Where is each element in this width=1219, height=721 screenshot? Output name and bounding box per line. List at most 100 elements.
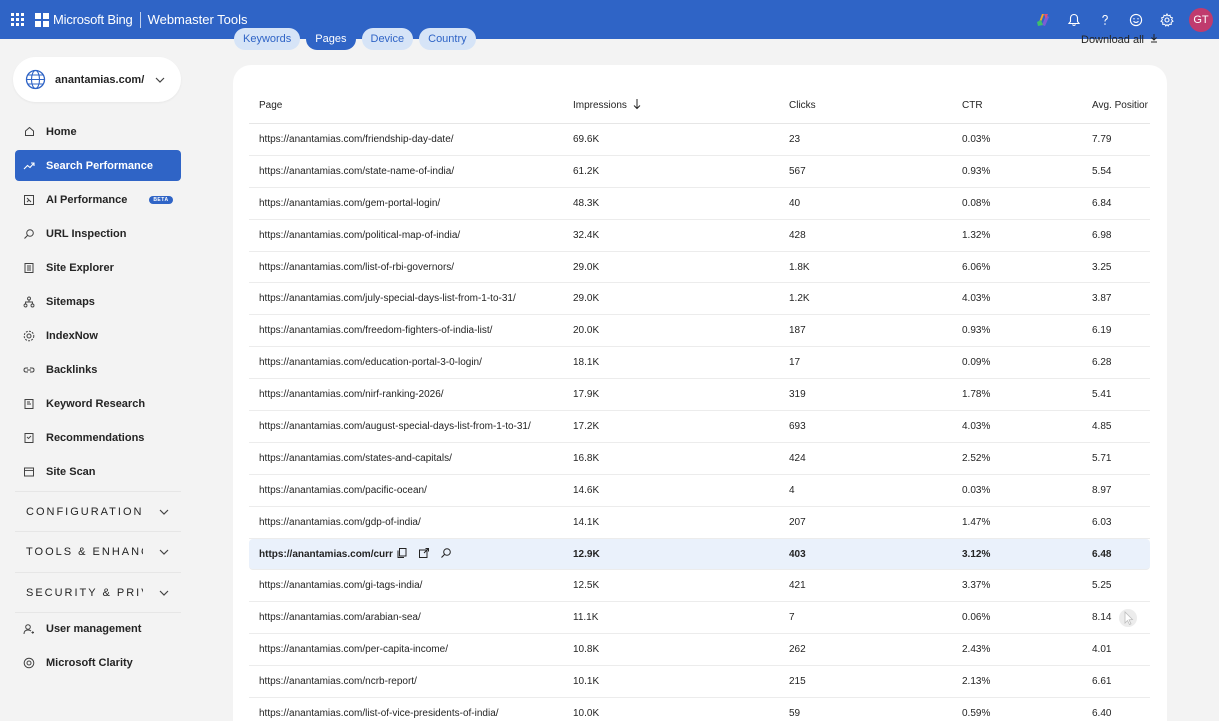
column-header-impressions[interactable]: Impressions — [573, 98, 641, 113]
row-page-url[interactable]: https://anantamias.com/arabian-sea/ — [259, 612, 421, 623]
row-clicks: 567 — [789, 165, 806, 177]
row-page-url[interactable]: https://anantamias.com/states-and-capita… — [259, 453, 452, 464]
site-selector[interactable]: anantamias.com/ — [13, 57, 181, 102]
sidebar-item-ai-performance[interactable]: AI Performance BETA — [15, 184, 181, 215]
row-clicks: 1.8K — [789, 261, 810, 273]
help-icon[interactable] — [1096, 11, 1114, 29]
sidebar-item-keyword-research[interactable]: Keyword Research — [15, 388, 181, 419]
row-ctr: 3.12% — [962, 548, 991, 560]
table-row[interactable]: https://anantamias.com/curr 12.9K 403 3.12%… — [249, 538, 1150, 571]
table-row[interactable]: https://anantamias.com/arabian-sea/11.1K… — [249, 602, 1150, 635]
table-row[interactable]: https://anantamias.com/education-portal-… — [249, 347, 1150, 380]
row-impressions: 20.0K — [573, 325, 600, 337]
sidebar-item-microsoft-clarity[interactable]: Microsoft Clarity — [15, 647, 181, 678]
user-avatar[interactable]: GT — [1189, 7, 1213, 32]
tab-pages[interactable]: Pages — [306, 28, 356, 50]
row-page-url[interactable]: https://anantamias.com/august-special-da… — [259, 421, 531, 432]
brand-name[interactable]: Microsoft Bing — [53, 12, 133, 27]
row-avg-position: 3.25 — [1092, 261, 1112, 273]
column-header-clicks[interactable]: Clicks — [789, 100, 816, 111]
sidebar-item-home[interactable]: Home — [15, 116, 181, 147]
copilot-icon[interactable] — [1034, 11, 1052, 29]
row-avg-position: 3.87 — [1092, 293, 1112, 305]
copy-icon[interactable] — [395, 547, 408, 560]
row-page-url[interactable]: https://anantamias.com/state-name-of-ind… — [259, 166, 454, 177]
section-configuration[interactable]: CONFIGURATION — [15, 491, 181, 531]
column-header-ctr[interactable]: CTR — [962, 100, 983, 111]
section-tools-enhancements[interactable]: TOOLS & ENHANCEMENTS — [15, 531, 181, 571]
download-all-button[interactable]: Download all — [1081, 33, 1159, 46]
product-name[interactable]: Webmaster Tools — [148, 12, 248, 27]
inspect-url-icon[interactable] — [439, 547, 452, 560]
row-impressions: 69.6K — [573, 133, 600, 145]
table-row[interactable]: https://anantamias.com/gi-tags-india/12.… — [249, 570, 1150, 603]
row-avg-position: 7.79 — [1092, 133, 1112, 145]
row-page-url[interactable]: https://anantamias.com/july-special-days… — [259, 293, 516, 304]
tab-device[interactable]: Device — [361, 28, 414, 50]
table-row[interactable]: https://anantamias.com/freedom-fighters-… — [249, 315, 1150, 348]
open-external-icon[interactable] — [417, 547, 430, 560]
row-page-url[interactable]: https://anantamias.com/ncrb-report/ — [259, 676, 417, 687]
row-page-url[interactable]: https://anantamias.com/nirf-ranking-2026… — [259, 389, 444, 400]
table-row[interactable]: https://anantamias.com/gdp-of-india/14.1… — [249, 507, 1150, 539]
row-page-url[interactable]: https://anantamias.com/political-map-of-… — [259, 230, 460, 241]
settings-icon[interactable] — [1158, 11, 1176, 29]
row-page-url[interactable]: https://anantamias.com/gdp-of-india/ — [259, 517, 421, 528]
row-ctr: 3.37% — [962, 580, 991, 592]
sidebar-item-recommendations[interactable]: Recommendations — [15, 422, 181, 453]
app-launcher-icon[interactable] — [11, 12, 25, 27]
row-impressions: 12.9K — [573, 548, 600, 560]
row-ctr: 2.52% — [962, 452, 991, 464]
sidebar-item-indexnow[interactable]: IndexNow — [15, 320, 181, 351]
table-row[interactable]: https://anantamias.com/list-of-vice-pres… — [249, 698, 1150, 721]
table-row[interactable]: https://anantamias.com/august-special-da… — [249, 411, 1150, 443]
table-row[interactable]: https://anantamias.com/political-map-of-… — [249, 220, 1150, 252]
row-page-url[interactable]: https://anantamias.com/per-capita-income… — [259, 644, 448, 655]
table-row[interactable]: https://anantamias.com/nirf-ranking-2026… — [249, 379, 1150, 412]
keyword-icon — [22, 397, 36, 411]
sidebar-item-site-scan[interactable]: Site Scan — [15, 456, 181, 487]
row-page-url[interactable]: https://anantamias.com/list-of-vice-pres… — [259, 708, 499, 719]
row-ctr: 0.93% — [962, 165, 991, 177]
sidebar-item-user-management[interactable]: User management — [15, 613, 181, 644]
table-row[interactable]: https://anantamias.com/state-name-of-ind… — [249, 156, 1150, 188]
row-page-url[interactable]: https://anantamias.com/gem-portal-login/ — [259, 198, 440, 209]
sidebar-item-label: Backlinks — [46, 363, 98, 376]
table-row[interactable]: https://anantamias.com/pacific-ocean/14.… — [249, 475, 1150, 507]
table-row[interactable]: https://anantamias.com/list-of-rbi-gover… — [249, 252, 1150, 284]
row-page-url[interactable]: https://anantamias.com/pacific-ocean/ — [259, 485, 427, 496]
column-header-position[interactable]: Avg. Position — [1092, 100, 1148, 111]
row-page-url[interactable]: https://anantamias.com/freedom-fighters-… — [259, 325, 492, 336]
row-avg-position: 6.48 — [1092, 548, 1112, 560]
table-row[interactable]: https://anantamias.com/states-and-capita… — [249, 443, 1150, 475]
table-row[interactable]: https://anantamias.com/july-special-days… — [249, 283, 1150, 316]
tab-country[interactable]: Country — [419, 28, 476, 50]
table-row[interactable]: https://anantamias.com/friendship-day-da… — [249, 124, 1150, 156]
feedback-icon[interactable] — [1127, 11, 1145, 29]
table-row[interactable]: https://anantamias.com/per-capita-income… — [249, 634, 1150, 667]
row-avg-position: 6.84 — [1092, 197, 1112, 209]
sidebar-item-backlinks[interactable]: Backlinks — [15, 354, 181, 385]
sidebar-item-site-explorer[interactable]: Site Explorer — [15, 252, 181, 283]
table-row[interactable]: https://anantamias.com/gem-portal-login/… — [249, 188, 1150, 220]
section-security-privacy[interactable]: SECURITY & PRIVACY — [15, 572, 181, 612]
sidebar-item-url-inspection[interactable]: URL Inspection — [15, 218, 181, 249]
sidebar-item-label: URL Inspection — [46, 227, 127, 240]
bell-icon[interactable] — [1065, 11, 1083, 29]
row-page-url[interactable]: https://anantamias.com/gi-tags-india/ — [259, 580, 422, 591]
sidebar-item-search-performance[interactable]: Search Performance — [15, 150, 181, 181]
sidebar-item-label: Site Explorer — [46, 261, 114, 274]
table-row[interactable]: https://anantamias.com/ncrb-report/10.1K… — [249, 666, 1150, 699]
row-impressions: 29.0K — [573, 261, 600, 273]
row-impressions: 29.0K — [573, 293, 600, 305]
row-page-url[interactable]: https://anantamias.com/education-portal-… — [259, 357, 482, 368]
section-label: TOOLS & ENHANCEMENTS — [26, 545, 143, 558]
row-page-url[interactable]: https://anantamias.com/list-of-rbi-gover… — [259, 262, 454, 273]
row-page-url[interactable]: https://anantamias.com/curr — [259, 549, 393, 560]
row-page-url[interactable]: https://anantamias.com/friendship-day-da… — [259, 134, 454, 145]
row-impressions: 10.0K — [573, 707, 600, 719]
tab-keywords[interactable]: Keywords — [234, 28, 301, 50]
column-header-page[interactable]: Page — [259, 100, 282, 111]
sidebar-item-sitemaps[interactable]: Sitemaps — [15, 286, 181, 317]
row-impressions: 61.2K — [573, 165, 600, 177]
